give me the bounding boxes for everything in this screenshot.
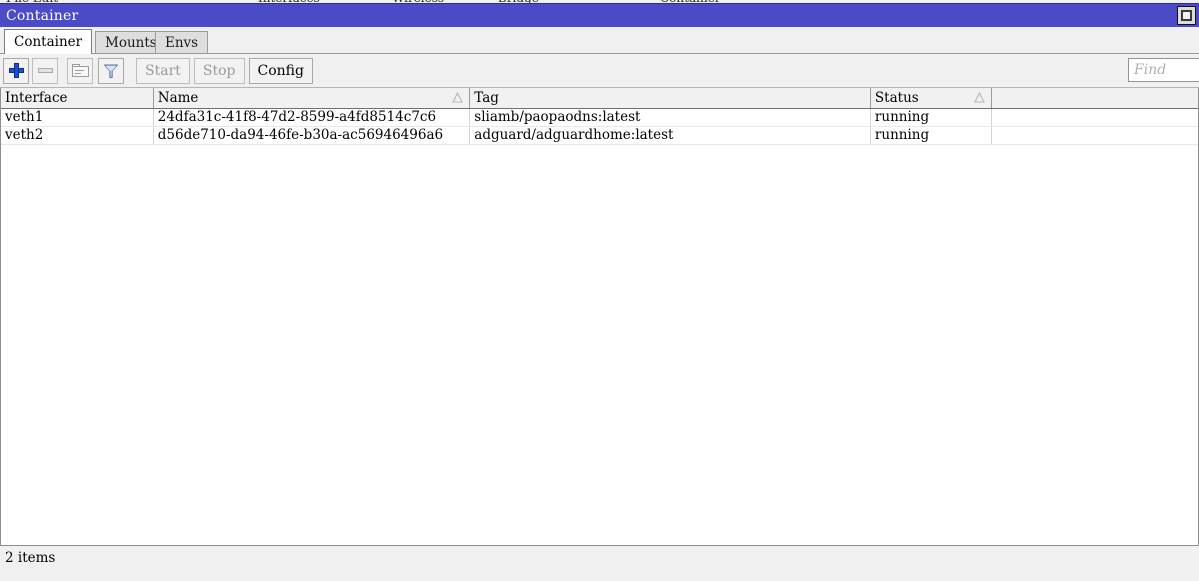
table-row[interactable]: veth2 d56de710-da94-46fe-b30a-ac56946496… — [1, 126, 1198, 145]
filter-button[interactable] — [98, 57, 124, 84]
column-header-status-label: Status — [874, 89, 919, 106]
start-button-label: Start — [145, 62, 181, 79]
plus-icon — [8, 63, 24, 78]
minus-icon — [37, 68, 53, 73]
window-title: Container — [6, 7, 79, 24]
stop-button-label: Stop — [202, 62, 236, 79]
remove-button[interactable] — [32, 57, 58, 84]
cell-tag: sliamb/paopaodns:latest — [469, 108, 871, 127]
table-header-row: Interface Name Tag Status — [1, 88, 1198, 109]
column-header-name-label: Name — [157, 89, 199, 106]
title-bar-buttons — [1175, 6, 1199, 25]
tab-envs-label: Envs — [165, 34, 199, 51]
cell-interface: veth1 — [1, 108, 154, 127]
cell-spacer — [991, 126, 1198, 145]
status-bar: 2 items — [0, 545, 1199, 569]
container-table: Interface Name Tag Status veth1 24dfa31c… — [0, 88, 1199, 545]
cell-spacer — [991, 108, 1198, 127]
card-icon — [71, 64, 89, 77]
toolbar: Start Stop Config Find — [0, 54, 1199, 88]
config-button[interactable]: Config — [248, 57, 313, 84]
column-header-interface-label: Interface — [5, 89, 68, 106]
find-input[interactable]: Find — [1128, 58, 1199, 82]
maximize-glyph — [1181, 10, 1192, 21]
title-bar: Container — [0, 4, 1199, 27]
container-window: Container Container Mounts Envs Start St… — [0, 3, 1199, 581]
tab-container[interactable]: Container — [4, 29, 93, 54]
stop-button[interactable]: Stop — [193, 57, 245, 84]
cell-status: running — [870, 108, 993, 127]
column-header-tag[interactable]: Tag — [469, 88, 871, 109]
tab-container-label: Container — [14, 34, 83, 50]
column-header-name[interactable]: Name — [153, 88, 471, 109]
tab-mounts-label: Mounts — [105, 34, 157, 51]
cell-interface: veth2 — [1, 126, 154, 145]
table-row[interactable]: veth1 24dfa31c-41f8-47d2-8599-a4fd8514c7… — [1, 108, 1198, 127]
config-button-label: Config — [257, 62, 304, 79]
column-header-tag-label: Tag — [474, 89, 499, 106]
column-header-spacer[interactable] — [991, 88, 1198, 109]
sort-ascending-icon — [452, 92, 464, 103]
sort-ascending-icon — [974, 92, 985, 103]
tab-strip: Container Mounts Envs — [0, 27, 1199, 54]
start-button[interactable]: Start — [136, 57, 190, 84]
funnel-icon — [104, 64, 118, 78]
cell-name: 24dfa31c-41f8-47d2-8599-a4fd8514c7c6 — [153, 108, 471, 127]
tab-envs[interactable]: Envs — [155, 31, 209, 53]
maximize-restore-icon[interactable] — [1177, 6, 1196, 25]
edit-button[interactable] — [67, 57, 93, 84]
cell-status: running — [870, 126, 993, 145]
cell-tag: adguard/adguardhome:latest — [469, 126, 871, 145]
find-placeholder: Find — [1134, 62, 1167, 78]
item-count-label: 2 items — [5, 549, 56, 566]
column-header-interface[interactable]: Interface — [1, 88, 154, 109]
cell-name: d56de710-da94-46fe-b30a-ac56946496a6 — [153, 126, 471, 145]
column-header-status[interactable]: Status — [870, 88, 993, 109]
add-button[interactable] — [3, 57, 29, 84]
